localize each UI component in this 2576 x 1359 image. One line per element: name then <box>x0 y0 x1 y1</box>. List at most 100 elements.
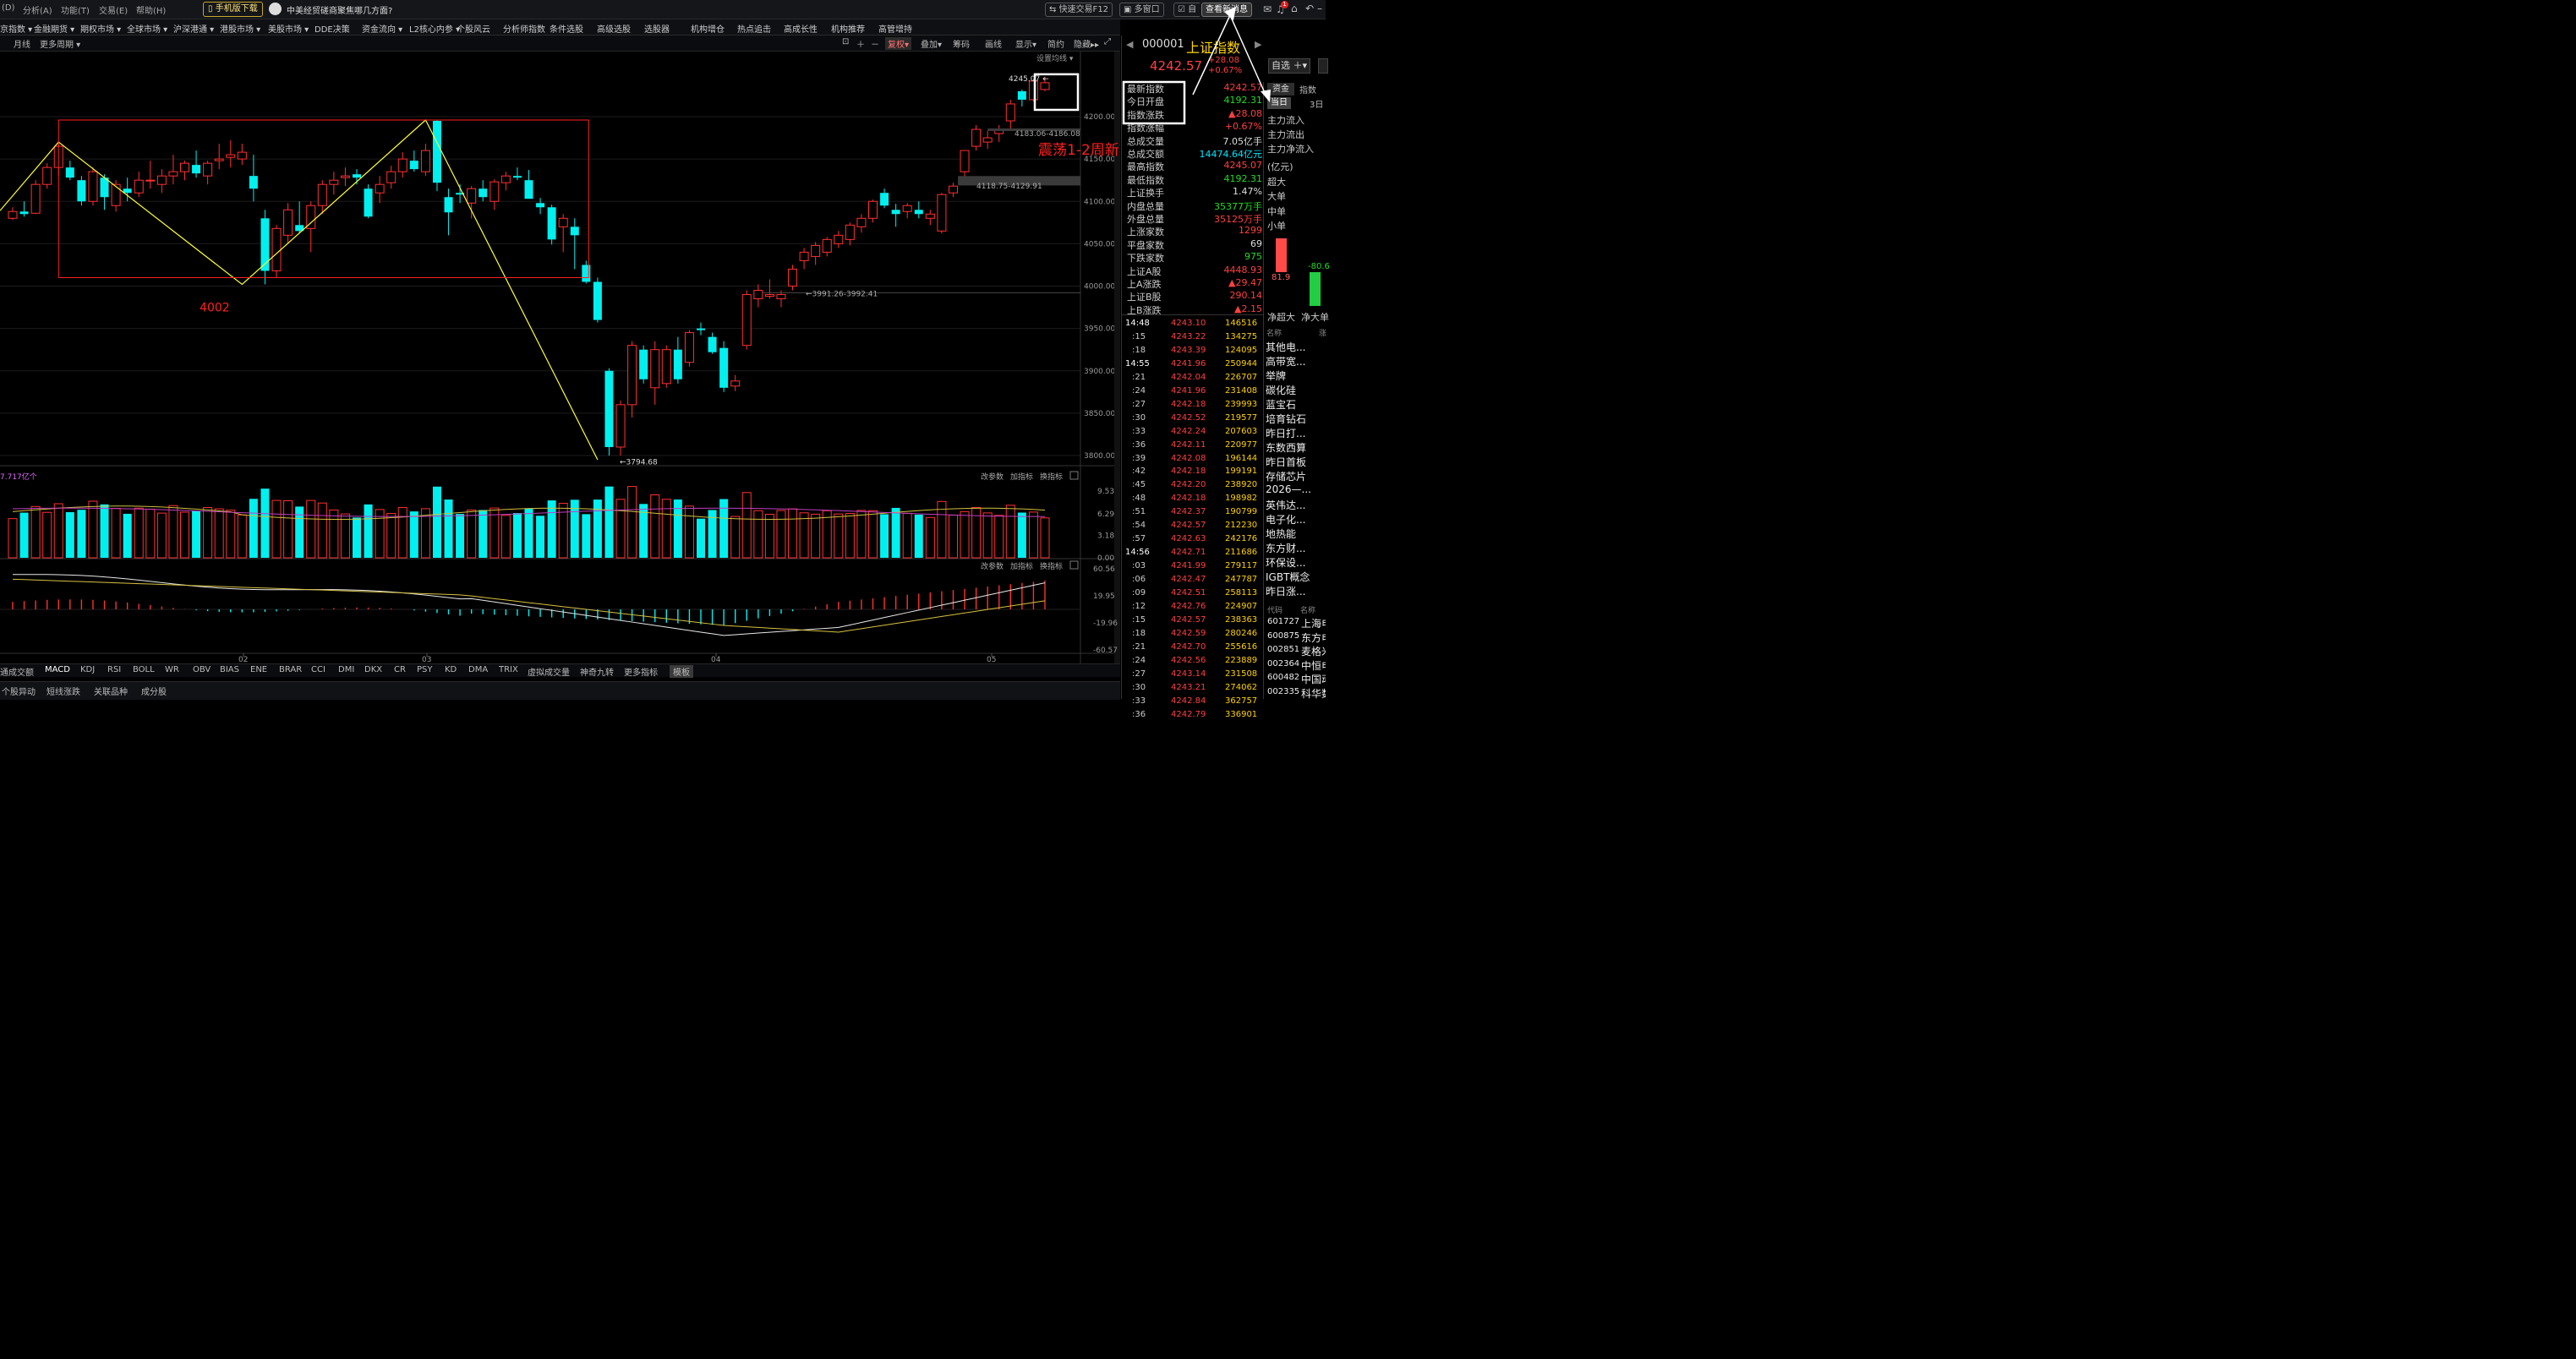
candle-body[interactable] <box>77 180 86 202</box>
zoom-out-icon[interactable]: － <box>871 37 879 50</box>
nav-item[interactable]: L2核心内参 ▾ <box>409 22 460 35</box>
display-dropdown[interactable]: 显示▾ <box>1015 37 1036 50</box>
candle-body[interactable] <box>375 183 385 194</box>
candle-body[interactable] <box>329 179 339 185</box>
nav-item[interactable]: 全球市场 ▾ <box>127 22 167 35</box>
quick-trade-button[interactable]: ⇆ 快速交易F12 <box>1045 3 1113 17</box>
lock-icon[interactable]: ⊡ <box>842 37 849 46</box>
candle-body[interactable] <box>925 213 935 219</box>
sector-item[interactable]: 电子化... <box>1266 512 1305 527</box>
candle-body[interactable] <box>42 166 52 185</box>
candle-body[interactable] <box>684 332 694 363</box>
indicator-tab[interactable]: RSI <box>107 665 121 674</box>
indicator-tab[interactable]: BIAS <box>220 665 239 674</box>
candle-body[interactable] <box>719 347 729 388</box>
candle-body[interactable] <box>168 171 178 177</box>
nav-item[interactable]: 京指数 ▾ <box>0 22 32 35</box>
indicator-tab[interactable]: DKX <box>364 665 382 674</box>
side-toggle-button[interactable] <box>1318 58 1328 74</box>
candle-body[interactable] <box>593 281 602 320</box>
nav-item[interactable]: 高管增持 <box>878 22 912 35</box>
candle-body[interactable] <box>271 227 282 271</box>
candle-body[interactable] <box>627 345 637 406</box>
prev-stock-icon[interactable]: ◀ <box>1126 39 1133 50</box>
sector-item[interactable]: 地热能 <box>1266 527 1296 541</box>
sector-item[interactable]: 其他电... <box>1266 340 1305 354</box>
nav-item[interactable]: 资金流向 ▾ <box>362 22 402 35</box>
indicator-tab[interactable]: 神奇九转 <box>580 665 614 678</box>
view-news-button[interactable]: 查看新消息 <box>1201 3 1252 17</box>
mail-icon[interactable]: ✉ <box>1263 3 1272 15</box>
indicator-tab[interactable]: KD <box>445 665 457 674</box>
candle-body[interactable] <box>822 238 832 253</box>
candle-body[interactable] <box>1005 103 1015 122</box>
candle-body[interactable] <box>180 162 189 172</box>
indicator-tab[interactable]: DMI <box>338 665 354 674</box>
candle-body[interactable] <box>364 188 373 217</box>
indicator-tab[interactable]: 通成交额 <box>0 665 34 678</box>
candle-body[interactable] <box>697 328 705 330</box>
candle-body[interactable] <box>937 194 947 232</box>
self-button[interactable]: ☑ 自 <box>1173 3 1200 17</box>
menu-item-analysis[interactable]: 分析(A) <box>23 3 52 16</box>
candle-body[interactable] <box>570 226 579 236</box>
candle-body[interactable] <box>1017 90 1026 100</box>
stock-name-cell[interactable]: 中恒电 <box>1301 658 1326 673</box>
sector-item[interactable]: 存储芯片 <box>1266 469 1306 483</box>
candle-body[interactable] <box>547 207 556 240</box>
nav-item[interactable]: 条件选股 <box>550 22 583 35</box>
indicator-tab[interactable]: BOLL <box>133 665 155 674</box>
tab-index[interactable]: 指数 <box>1299 83 1316 96</box>
chart-area[interactable]: 3800.00 3850.00 3900.00 3950.00 4000.00 4050.… <box>0 52 1120 663</box>
candle-body[interactable] <box>811 244 821 257</box>
nav-item[interactable]: 沪深港通 ▾ <box>173 22 214 35</box>
candle-body[interactable] <box>661 349 671 385</box>
candle-body[interactable] <box>226 154 236 158</box>
expand-icon[interactable]: ⤢ <box>1104 37 1111 46</box>
sector-item[interactable]: 环保设... <box>1266 555 1305 570</box>
volume-panel-button[interactable]: 换指标 <box>1040 472 1063 482</box>
candle-body[interactable] <box>420 150 430 172</box>
candle-body[interactable] <box>764 294 774 297</box>
status-tab[interactable]: 关联品种 <box>94 685 128 697</box>
home-icon[interactable]: ⌂ <box>1291 3 1298 14</box>
candle-body[interactable] <box>340 175 350 178</box>
sector-item[interactable]: IGBT概念 <box>1266 570 1310 584</box>
candle-body[interactable] <box>856 217 867 227</box>
nav-item[interactable]: 机构增仓 <box>691 22 725 35</box>
candle-body[interactable] <box>156 175 167 185</box>
candle-body[interactable] <box>467 188 477 204</box>
candle-body[interactable] <box>512 176 522 178</box>
indicator-tab[interactable]: ENE <box>250 665 267 674</box>
candle-body[interactable] <box>8 210 18 219</box>
candle-body[interactable] <box>65 167 74 178</box>
stock-code-cell[interactable]: 600482 <box>1267 673 1299 682</box>
tab-fund[interactable]: 资金 <box>1267 83 1294 96</box>
candle-body[interactable] <box>479 188 488 198</box>
candle-body[interactable] <box>203 162 213 177</box>
candle-body[interactable] <box>914 210 923 215</box>
draw-line-button[interactable]: 画线 <box>985 37 1002 50</box>
candle-body[interactable] <box>891 210 900 215</box>
sector-item[interactable]: 东方财... <box>1266 541 1305 555</box>
candle-body[interactable] <box>19 211 29 215</box>
sector-item[interactable]: 高带宽... <box>1266 354 1305 368</box>
nav-item[interactable]: 金融期货 ▾ <box>34 22 74 35</box>
indicator-tab[interactable]: PSY <box>417 665 433 674</box>
status-tab[interactable]: 个股异动 <box>2 685 36 697</box>
candle-body[interactable] <box>776 294 786 300</box>
stock-name-cell[interactable]: 麦格米 <box>1301 644 1326 658</box>
candle-body[interactable] <box>845 224 855 240</box>
candle-body[interactable] <box>708 336 717 352</box>
candle-body[interactable] <box>444 197 453 213</box>
sector-item[interactable]: 昨日涨... <box>1266 584 1305 598</box>
indicator-tab[interactable]: BRAR <box>279 665 302 674</box>
chips-button[interactable]: 筹码 <box>953 37 970 50</box>
candle-body[interactable] <box>834 234 844 244</box>
candle-body[interactable] <box>237 151 247 160</box>
candle-body[interactable] <box>397 158 407 172</box>
candle-body[interactable] <box>88 171 98 202</box>
sector-item[interactable]: 培育钻石 <box>1266 412 1306 426</box>
indicator-tab[interactable]: CR <box>394 665 406 674</box>
candle-body[interactable] <box>971 128 982 147</box>
